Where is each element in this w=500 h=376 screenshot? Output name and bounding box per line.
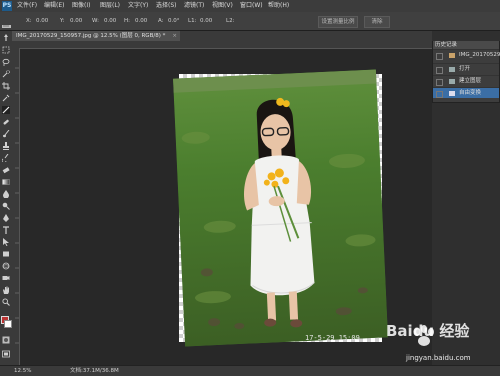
healing-brush-tool-icon[interactable] [2, 118, 10, 126]
history-item-new-layer[interactable]: 建立图层 [433, 75, 499, 86]
crop-tool-icon[interactable] [2, 82, 10, 90]
gradient-tool-icon[interactable] [2, 178, 10, 186]
background-color-swatch[interactable] [4, 320, 12, 328]
close-tab-icon[interactable]: × [172, 31, 177, 41]
3d-rotate-tool-icon[interactable] [2, 262, 10, 270]
blur-tool-icon[interactable] [2, 190, 10, 198]
history-source-checkbox[interactable] [436, 91, 443, 98]
h-label: H: [124, 18, 130, 24]
menu-edit[interactable]: 编辑(E) [44, 0, 64, 12]
lasso-tool-icon[interactable] [2, 58, 10, 66]
y-value: 0.00 [70, 18, 83, 24]
menu-view[interactable]: 视图(V) [212, 0, 233, 12]
rectangle-tool-icon[interactable] [2, 250, 10, 258]
h-value: 0.00 [135, 18, 148, 24]
history-item-label: 打开 [459, 66, 471, 72]
history-brush-tool-icon[interactable] [2, 154, 10, 162]
document-tab-title: IMG_20170529_150957.jpg @ 12.5% (图层 0, R… [16, 33, 166, 39]
brush-tool-icon[interactable] [2, 130, 10, 138]
history-brush-source-icon[interactable] [436, 53, 443, 60]
path-selection-tool-icon[interactable] [2, 238, 10, 246]
history-step-icon [449, 91, 455, 96]
x-value: 0.00 [36, 18, 49, 24]
history-source-checkbox[interactable] [436, 79, 443, 86]
marquee-tool-icon[interactable] [2, 46, 10, 54]
hand-tool-icon[interactable] [2, 286, 10, 294]
x-label: X: [26, 18, 32, 24]
quick-mask-icon[interactable] [2, 336, 10, 344]
eraser-tool-icon[interactable] [2, 166, 10, 174]
menu-file[interactable]: 文件(F) [17, 0, 37, 12]
screen-mode-icon[interactable] [2, 350, 10, 358]
menu-filter[interactable]: 滤镜(T) [184, 0, 204, 12]
app-logo[interactable]: PS [2, 1, 12, 11]
history-step-icon [449, 67, 455, 72]
history-step-icon [449, 79, 455, 84]
w-value: 0.00 [104, 18, 117, 24]
menu-window[interactable]: 窗口(W) [240, 0, 263, 12]
clone-stamp-tool-icon[interactable] [2, 142, 10, 150]
history-snapshot-label: IMG_20170529_... [459, 52, 500, 58]
clear-button[interactable]: 清除 [364, 16, 390, 28]
set-measurement-scale-button[interactable]: 设置测量比例 [318, 16, 358, 28]
photo-layer[interactable] [173, 69, 388, 347]
pen-tool-icon[interactable] [2, 214, 10, 222]
vertical-ruler[interactable] [12, 48, 20, 365]
menu-help[interactable]: 帮助(H) [268, 0, 289, 12]
history-snapshot-row[interactable]: IMG_20170529_... [433, 49, 500, 60]
watermark-text: Baidu 经验 [386, 322, 470, 340]
menu-select[interactable]: 选择(S) [156, 0, 177, 12]
l1-value: 0.00 [200, 18, 213, 24]
eyedropper-tool-icon[interactable] [2, 94, 10, 102]
document-canvas[interactable] [173, 69, 388, 347]
zoom-tool-icon[interactable] [2, 298, 10, 306]
ruler-tool-selected-icon[interactable] [2, 106, 10, 114]
3d-camera-tool-icon[interactable] [2, 274, 10, 282]
watermark-site: jingyan.baidu.com [406, 354, 471, 362]
photo-datestamp: 17-5-29 15:09 [305, 334, 360, 342]
ruler-tool-icon[interactable] [2, 16, 11, 28]
menu-layer[interactable]: 图层(L) [100, 0, 120, 12]
menu-image[interactable]: 图像(I) [72, 0, 90, 12]
document-tab[interactable]: IMG_20170529_150957.jpg @ 12.5% (图层 0, R… [12, 31, 180, 41]
y-label: Y: [60, 18, 65, 24]
a-value: 0.0° [168, 18, 180, 24]
history-item-label: 自由变换 [459, 90, 482, 96]
photo-image [173, 69, 388, 347]
history-item-free-transform[interactable]: 自由变换 [433, 87, 499, 98]
move-tool-icon[interactable] [2, 34, 10, 42]
menu-type[interactable]: 文字(Y) [128, 0, 148, 12]
history-source-checkbox[interactable] [436, 67, 443, 74]
quick-select-tool-icon[interactable] [2, 70, 10, 78]
snapshot-thumbnail-icon [449, 53, 455, 58]
a-label: A: [158, 18, 164, 24]
history-item-label: 建立图层 [459, 78, 482, 84]
type-tool-icon[interactable] [2, 226, 10, 234]
horizontal-ruler[interactable] [12, 41, 432, 56]
l2-label: L2: [226, 18, 235, 24]
w-label: W: [92, 18, 99, 24]
history-item-open[interactable]: 打开 [433, 63, 499, 74]
history-panel-title[interactable]: 历史记录 [433, 41, 499, 49]
l1-label: L1: [188, 18, 197, 24]
dodge-tool-icon[interactable] [2, 202, 10, 210]
